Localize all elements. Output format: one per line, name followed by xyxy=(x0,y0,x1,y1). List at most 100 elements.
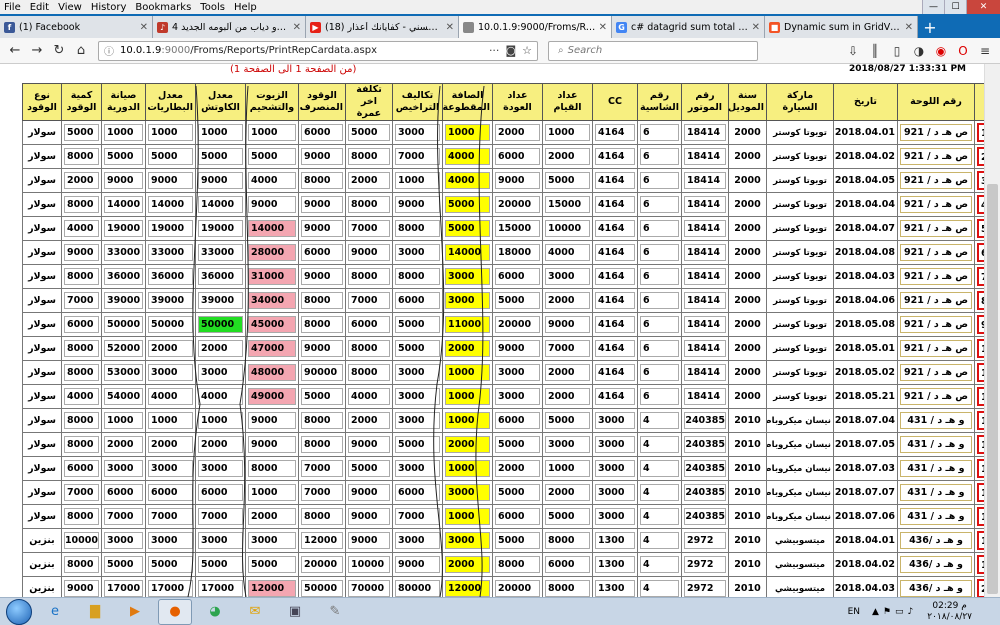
value-field[interactable]: 8000 xyxy=(348,148,390,165)
network-app-icon[interactable]: ▣ xyxy=(278,599,312,625)
value-field[interactable]: 9000 xyxy=(248,436,296,453)
menu-item[interactable]: Edit xyxy=(30,2,49,13)
value-field[interactable]: 31000 xyxy=(248,268,296,285)
vertical-scrollbar[interactable] xyxy=(984,64,1000,597)
value-field[interactable]: 3000 xyxy=(104,532,143,549)
paint-icon[interactable]: ✎ xyxy=(318,599,352,625)
value-field[interactable]: 18414 xyxy=(684,124,726,141)
value-field[interactable]: 240385 xyxy=(684,460,726,477)
value-field[interactable]: 8000 xyxy=(248,460,296,477)
value-field[interactable]: 4000 xyxy=(545,244,590,261)
value-field[interactable]: 3000 xyxy=(395,124,440,141)
plate-field[interactable]: ص هـ د / 921 xyxy=(900,172,972,189)
plate-field[interactable]: ص هـ د / 921 xyxy=(900,244,972,261)
value-field[interactable]: 6 xyxy=(640,124,679,141)
value-field[interactable]: 8000 xyxy=(495,556,540,573)
value-field[interactable]: 90000 xyxy=(301,364,343,381)
library-icon[interactable]: ║ xyxy=(864,44,886,58)
value-field[interactable]: 7000 xyxy=(104,508,143,525)
menu-icon[interactable]: ≡ xyxy=(974,44,996,58)
plate-field[interactable]: ص هـ د / 921 xyxy=(900,364,972,381)
value-field[interactable]: 6000 xyxy=(301,124,343,141)
value-field[interactable]: 2000 xyxy=(445,556,490,573)
value-field[interactable]: 18414 xyxy=(684,340,726,357)
value-field[interactable]: 5000 xyxy=(495,532,540,549)
value-field[interactable]: 4164 xyxy=(595,316,635,333)
value-field[interactable]: 8000 xyxy=(348,196,390,213)
value-field[interactable]: 4000 xyxy=(198,388,243,405)
menu-item[interactable]: Help xyxy=(234,2,257,13)
value-field[interactable]: 9000 xyxy=(395,556,440,573)
column-header[interactable]: تكلفة اخر عمرة xyxy=(345,83,393,121)
value-field[interactable]: 6 xyxy=(640,364,679,381)
value-field[interactable]: 14000 xyxy=(148,196,193,213)
value-field[interactable]: 5000 xyxy=(495,436,540,453)
value-field[interactable]: 7000 xyxy=(148,508,193,525)
value-field[interactable]: 7000 xyxy=(301,484,343,501)
value-field[interactable]: 4164 xyxy=(595,364,635,381)
plate-field[interactable]: و هـ د / 431 xyxy=(900,508,972,525)
value-field[interactable]: 5000 xyxy=(495,292,540,309)
start-button[interactable] xyxy=(6,598,32,625)
value-field[interactable]: 3000 xyxy=(445,532,490,549)
value-field[interactable]: 4 xyxy=(640,508,679,525)
download-icon[interactable]: ⇩ xyxy=(842,44,864,58)
plate-field[interactable]: و هـ د /436 xyxy=(900,532,972,549)
value-field[interactable]: 2000 xyxy=(545,148,590,165)
value-field[interactable]: 5000 xyxy=(64,124,99,141)
value-field[interactable]: 8000 xyxy=(301,292,343,309)
value-field[interactable]: 9000 xyxy=(348,484,390,501)
value-field[interactable]: 4164 xyxy=(595,148,635,165)
value-field[interactable]: 18414 xyxy=(684,268,726,285)
value-field[interactable]: 5000 xyxy=(545,172,590,189)
column-header[interactable]: معدل البطاريات xyxy=(145,83,196,121)
value-field[interactable]: 2000 xyxy=(445,436,490,453)
value-field[interactable]: 47000 xyxy=(248,340,296,357)
value-field[interactable]: 7000 xyxy=(545,340,590,357)
value-field[interactable]: 7000 xyxy=(395,508,440,525)
value-field[interactable]: 2000 xyxy=(148,436,193,453)
value-field[interactable]: 1000 xyxy=(104,412,143,429)
value-field[interactable]: 2000 xyxy=(495,460,540,477)
tab[interactable]: 10.0.1.9:9000/Froms/Reports/PrintR✕ xyxy=(459,16,612,38)
value-field[interactable]: 8000 xyxy=(395,268,440,285)
value-field[interactable]: 28000 xyxy=(248,244,296,261)
new-tab-button[interactable]: + xyxy=(918,16,942,38)
value-field[interactable]: 4 xyxy=(640,580,679,597)
scroll-thumb[interactable] xyxy=(987,184,998,594)
value-field[interactable]: 53000 xyxy=(104,364,143,381)
value-field[interactable]: 3000 xyxy=(495,388,540,405)
value-field[interactable]: 5000 xyxy=(248,148,296,165)
column-header[interactable]: عداد العودة xyxy=(492,83,543,121)
value-field[interactable]: 8000 xyxy=(395,220,440,237)
value-field[interactable]: 36000 xyxy=(104,268,143,285)
value-field[interactable]: 5000 xyxy=(395,436,440,453)
value-field[interactable]: 6 xyxy=(640,148,679,165)
value-field[interactable]: 6 xyxy=(640,220,679,237)
column-header[interactable]: رقم الموتور xyxy=(681,83,729,121)
value-field[interactable]: 8000 xyxy=(301,412,343,429)
value-field[interactable]: 1000 xyxy=(445,364,490,381)
value-field[interactable]: 6 xyxy=(640,244,679,261)
plate-field[interactable]: ص هـ د / 921 xyxy=(900,196,972,213)
opera-icon[interactable]: O xyxy=(952,44,974,58)
close-tab-icon[interactable]: ✕ xyxy=(446,22,454,33)
value-field[interactable]: 80000 xyxy=(395,580,440,597)
value-field[interactable]: 15000 xyxy=(495,220,540,237)
value-field[interactable]: 1000 xyxy=(198,124,243,141)
value-field[interactable]: 8000 xyxy=(301,508,343,525)
value-field[interactable]: 7000 xyxy=(395,148,440,165)
value-field[interactable]: 49000 xyxy=(248,388,296,405)
column-header[interactable]: الوقود المنصرف xyxy=(298,83,346,121)
value-field[interactable]: 2000 xyxy=(248,508,296,525)
column-header[interactable]: رقم الشاسية xyxy=(637,83,682,121)
value-field[interactable]: 5000 xyxy=(248,556,296,573)
value-field[interactable]: 8000 xyxy=(64,412,99,429)
value-field[interactable]: 8000 xyxy=(545,580,590,597)
value-field[interactable]: 20000 xyxy=(495,316,540,333)
value-field[interactable]: 7000 xyxy=(64,484,99,501)
value-field[interactable]: 6000 xyxy=(348,316,390,333)
value-field[interactable]: 7000 xyxy=(64,292,99,309)
page-actions-icon[interactable]: ··· xyxy=(489,44,500,57)
value-field[interactable]: 8000 xyxy=(64,340,99,357)
